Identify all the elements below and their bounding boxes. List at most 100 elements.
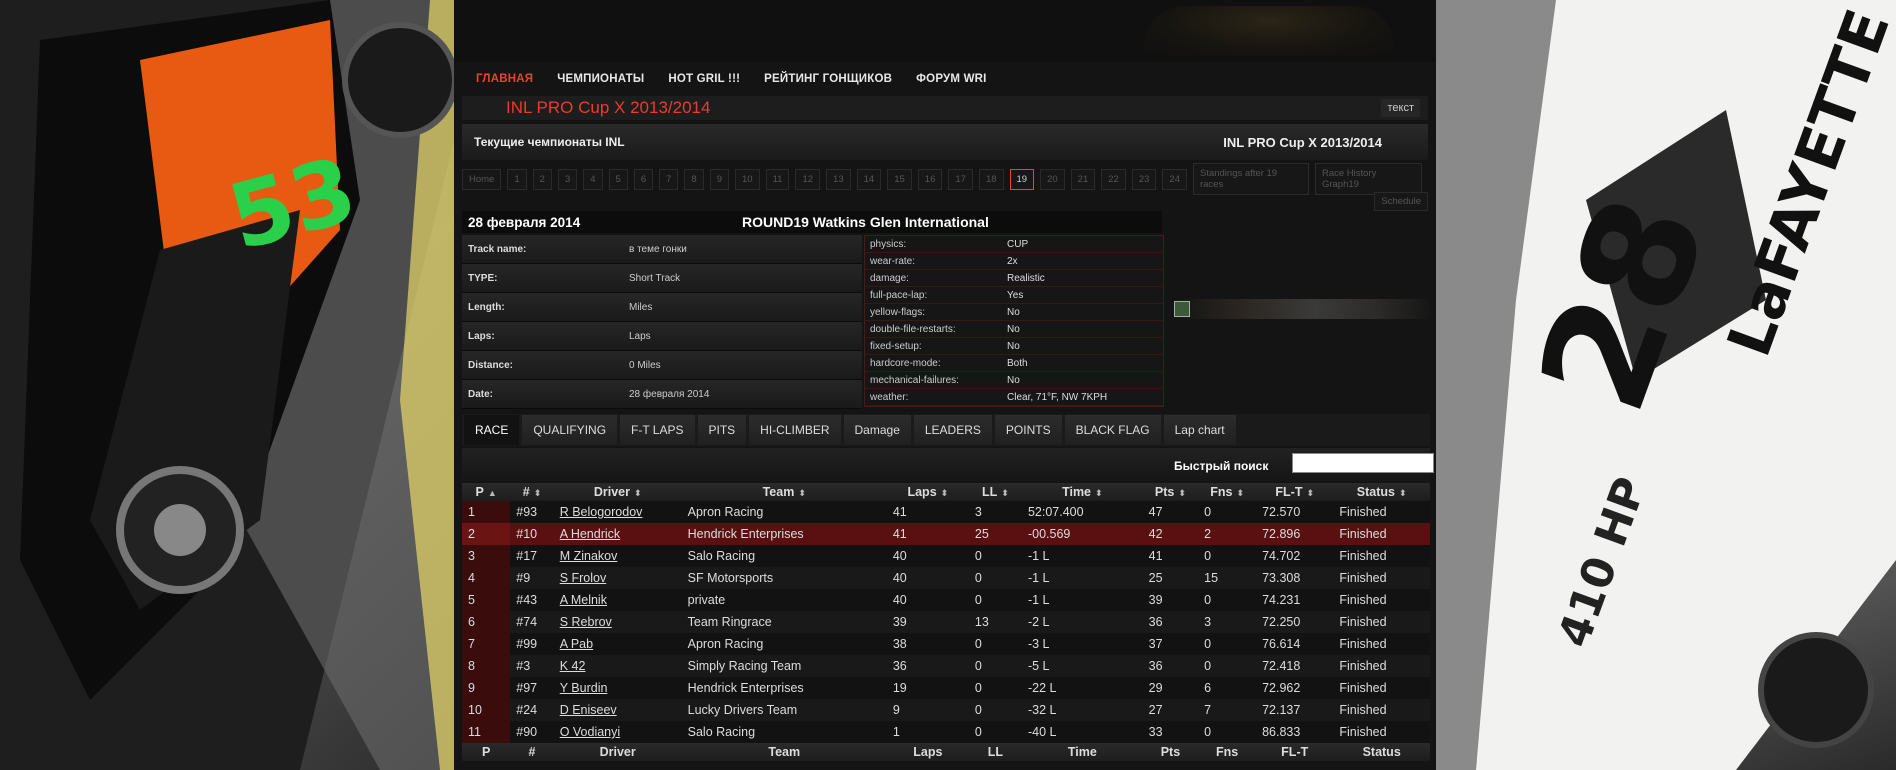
driver-link[interactable]: A Hendrick [560,527,620,541]
pager-item[interactable]: 8 [684,168,704,190]
pager-item[interactable]: 22 [1101,168,1126,190]
pager-item[interactable]: 5 [608,168,628,190]
table-cell: #43 [510,589,554,611]
pager-item[interactable]: 19 [1009,168,1035,190]
pager-item[interactable]: 18 [978,168,1004,190]
table-row[interactable]: 8 #3 K 42 Simply Racing Team 36 0 -5 L 36 0 72.41… [462,655,1430,677]
column-header[interactable]: P ▲ [462,483,511,501]
pager-item[interactable]: 24 [1162,168,1187,190]
driver-link-cell[interactable]: Y Burdin [553,677,682,699]
driver-link-cell[interactable]: D Eniseev [553,699,682,721]
config-key: hardcore-mode: [870,357,941,369]
driver-link[interactable]: A Pab [560,637,593,651]
table-row[interactable]: 9 #97 Y Burdin Hendrick Enterprises 19 0 -22 L… [462,677,1430,699]
pager-item[interactable]: 16 [917,168,943,190]
table-cell: 40 [886,567,969,589]
column-header[interactable]: Team ⬍ [681,483,887,501]
driver-link-cell[interactable]: O Vodianyi [553,721,682,743]
table-row[interactable]: 3 #17 M Zinakov Salo Racing 40 0 -1 L 41 0 74.702… [462,545,1430,567]
driver-link-cell[interactable]: A Pab [553,633,682,655]
pager-item[interactable]: 9 [709,168,730,190]
results-tab[interactable]: BLACK FLAG [1064,415,1161,445]
column-header[interactable]: Fns ⬍ [1198,483,1257,501]
race-car-left-image: 53 [0,0,454,770]
driver-link[interactable]: K 42 [560,659,586,673]
pager-item[interactable]: 6 [633,168,654,190]
pager-item[interactable]: 11 [765,168,790,190]
table-row[interactable]: 5 #43 A Melnik private 40 0 -1 L 39 0 74.231 Finis… [462,589,1430,611]
sort-icon: ⬍ [1236,488,1245,498]
driver-link[interactable]: Y Burdin [560,681,608,695]
pager-item[interactable]: 21 [1070,168,1096,190]
pager-item[interactable]: 2 [532,168,552,190]
driver-link[interactable]: A Melnik [560,593,607,607]
driver-link[interactable]: R Belogorodov [560,505,643,519]
pager-item[interactable]: Race History Graph19 [1314,163,1422,195]
sort-icon: ⬍ [1001,488,1009,498]
pager-item[interactable]: 10 [735,168,760,190]
table-row[interactable]: 4 #9 S Frolov SF Motorsports 40 0 -1 L 25 15 73.3… [462,567,1430,589]
driver-link-cell[interactable]: A Melnik [553,589,682,611]
nav-item-home[interactable]: ГЛАВНАЯ [476,73,533,85]
results-tab[interactable]: Lap chart [1163,415,1236,445]
table-cell: 0 [1198,545,1257,567]
table-row[interactable]: 7 #99 A Pab Apron Racing 38 0 -3 L 37 0 76.614 Fin… [462,633,1430,655]
driver-link-cell[interactable]: K 42 [553,655,682,677]
driver-link[interactable]: O Vodianyi [560,725,620,739]
column-header[interactable]: FL-T ⬍ [1256,483,1334,501]
quick-search-input[interactable] [1292,453,1434,473]
results-tab[interactable]: F-T LAPS [620,415,695,445]
pager-item[interactable]: 3 [557,168,578,190]
pager-item[interactable]: Home [462,168,502,190]
results-tab[interactable]: Damage [843,415,911,445]
config-value: CUP [1007,238,1029,250]
results-tab[interactable]: RACE [464,415,520,445]
results-tab[interactable]: PITS [697,415,747,445]
column-header[interactable]: Pts ⬍ [1142,483,1199,501]
column-header[interactable]: Laps ⬍ [886,483,969,501]
pager-item[interactable]: 23 [1131,168,1157,190]
pager-item[interactable]: Standings after 19 races [1192,163,1309,195]
nav-item-championships[interactable]: ЧЕМПИОНАТЫ [557,73,644,85]
table-row[interactable]: 10 #24 D Eniseev Lucky Drivers Team 9 0 -32 L2… [462,699,1430,721]
table-cell: 3 [968,501,1022,523]
driver-link-cell[interactable]: S Rebrov [553,611,682,633]
driver-link[interactable]: M Zinakov [560,549,618,563]
results-tab[interactable]: LEADERS [913,415,992,445]
pager-item[interactable]: 12 [795,168,821,190]
results-tab[interactable]: POINTS [994,415,1062,445]
table-row[interactable]: 2 #10 A Hendrick Hendrick Enterprises 41 25 -0… [462,523,1430,545]
pager-item[interactable]: 17 [948,168,973,190]
nav-item-driver-rating[interactable]: РЕЙТИНГ ГОНЩИКОВ [764,73,892,85]
pager-item[interactable]: 14 [856,168,882,190]
results-tab[interactable]: HI-CLIMBER [749,415,841,445]
table-row[interactable]: 6 #74 S Rebrov Team Ringrace 39 13 -2 L 36 3 72.2… [462,611,1430,633]
driver-link[interactable]: S Frolov [560,571,607,585]
driver-link-cell[interactable]: R Belogorodov [553,501,682,523]
driver-link[interactable]: D Eniseev [560,703,617,717]
table-row[interactable]: 11 #90 O Vodianyi Salo Racing 1 0 -40 L 33 0 86.8… [462,721,1430,743]
nav-item-forum[interactable]: ФОРУМ WRI [916,73,986,85]
pager-item[interactable]: 7 [659,168,679,190]
driver-link-cell[interactable]: A Hendrick [553,523,682,545]
column-header[interactable]: Time ⬍ [1021,483,1143,501]
table-cell: Finished [1333,545,1430,567]
column-header[interactable]: Driver ⬍ [553,483,682,501]
pager-item[interactable]: 4 [583,168,603,190]
table-row[interactable]: 1 #93 R Belogorodov Apron Racing 41 3 52:07.40… [462,501,1430,523]
column-header[interactable]: LL ⬍ [968,483,1022,501]
results-tab[interactable]: QUALIFYING [522,415,618,445]
table-cell: 8 [462,655,511,677]
driver-link-cell[interactable]: S Frolov [553,567,682,589]
table-cell: 1 [886,721,969,743]
column-header[interactable]: Status ⬍ [1333,483,1430,501]
nav-item-hot-gril[interactable]: HOT GRIL !!! [668,73,740,85]
driver-link[interactable]: S Rebrov [560,615,612,629]
pager-item[interactable]: 20 [1040,168,1065,190]
driver-link-cell[interactable]: M Zinakov [553,545,682,567]
column-header[interactable]: # ⬍ [510,483,554,501]
pager-item[interactable]: 15 [887,168,912,190]
schedule-button[interactable]: Schedule [1374,192,1428,211]
pager-item[interactable]: 1 [507,168,527,190]
pager-item[interactable]: 13 [826,168,851,190]
